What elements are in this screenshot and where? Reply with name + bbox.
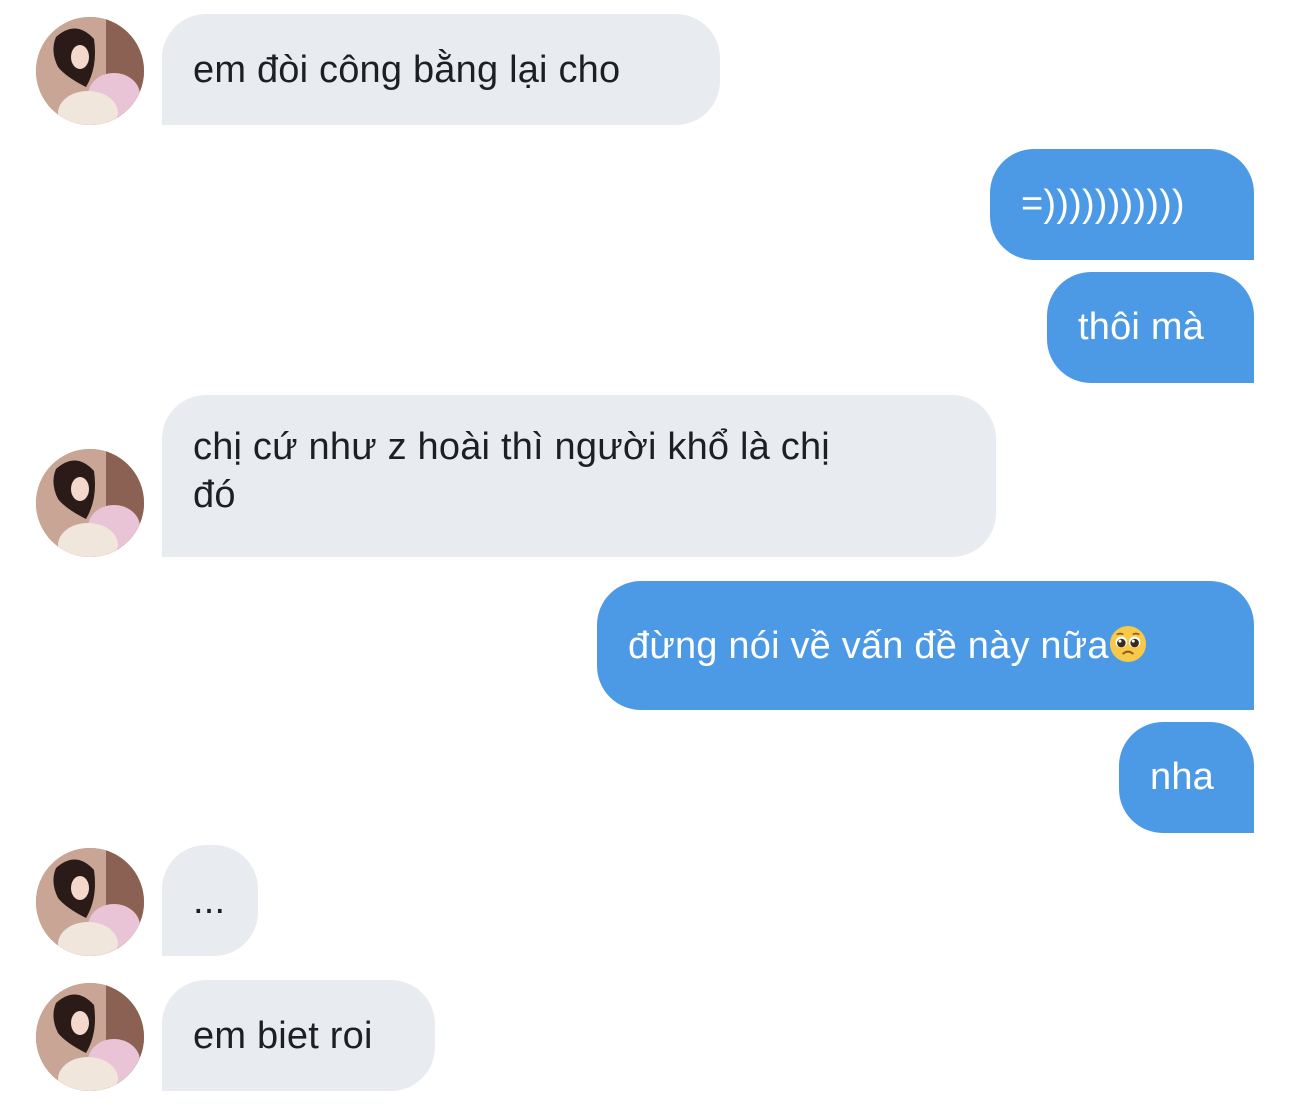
message-text: ...: [193, 880, 226, 922]
message-text-line: đó: [193, 474, 236, 516]
message-text: nha: [1150, 756, 1215, 798]
message-bubble-outgoing[interactable]: thôi mà: [1047, 272, 1254, 383]
message-text: đừng nói về vấn đề này nữa: [628, 625, 1109, 667]
pleading-face-icon: [1109, 625, 1146, 663]
message-bubble-outgoing[interactable]: đừng nói về vấn đề này nữa: [597, 581, 1254, 710]
avatar-photo: [36, 983, 144, 1091]
avatar-photo: [36, 848, 144, 956]
avatar-photo: [36, 17, 144, 125]
contact-avatar[interactable]: [36, 17, 144, 125]
message-text: =))))))))))): [1021, 183, 1185, 225]
message-bubble-incoming[interactable]: ...: [162, 845, 258, 956]
contact-avatar[interactable]: [36, 848, 144, 956]
message-text-line: chị cứ như z hoài thì người khổ là chị: [193, 426, 830, 468]
message-bubble-incoming[interactable]: em biet roi: [162, 980, 435, 1091]
message-bubble-outgoing[interactable]: nha: [1119, 722, 1254, 833]
message-bubble-outgoing[interactable]: =))))))))))): [990, 149, 1254, 260]
message-text: em biet roi: [193, 1015, 373, 1057]
contact-avatar[interactable]: [36, 983, 144, 1091]
message-bubble-incoming[interactable]: chị cứ như z hoài thì người khổ là chị đ…: [162, 395, 996, 557]
contact-avatar[interactable]: [36, 449, 144, 557]
message-bubble-incoming[interactable]: em đòi công bằng lại cho: [162, 14, 720, 125]
avatar-photo: [36, 449, 144, 557]
message-text: em đòi công bằng lại cho: [193, 49, 621, 91]
message-text: thôi mà: [1078, 306, 1205, 348]
